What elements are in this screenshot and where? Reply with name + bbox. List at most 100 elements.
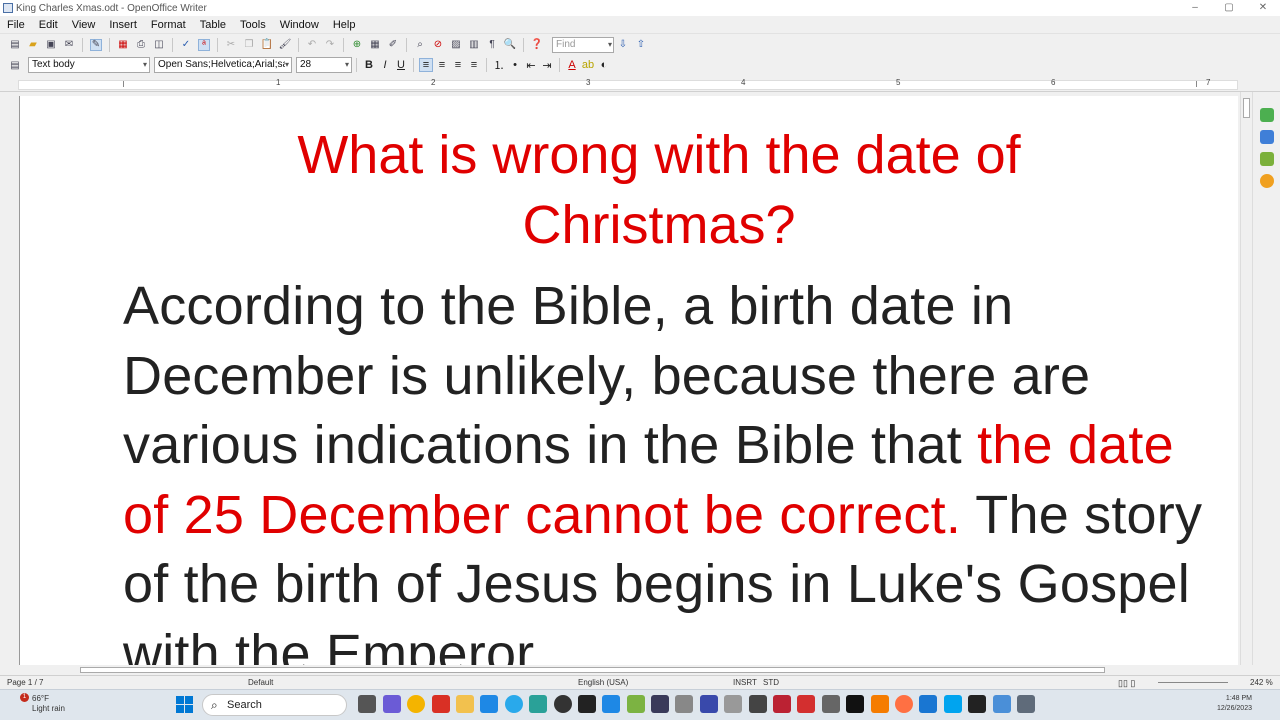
menu-tools[interactable]: Tools [233,19,273,31]
increase-indent-icon[interactable]: ⇥ [540,58,554,72]
styles-icon[interactable] [1259,130,1274,144]
find-input[interactable]: Find ▾ [552,36,614,53]
app-icon[interactable] [846,695,865,713]
app-icon[interactable] [773,695,792,713]
undo-icon[interactable]: ↶ [306,39,318,51]
app-icon[interactable] [821,695,840,713]
underline-button[interactable]: U [394,58,408,72]
print-preview-icon[interactable]: ◫ [153,39,165,51]
new-document-icon[interactable]: ▤ [9,39,21,51]
indent-marker[interactable] [123,81,124,87]
bold-button[interactable]: B [362,58,376,72]
redo-icon[interactable]: ↷ [324,39,336,51]
zoom-level[interactable]: 242 % [1250,678,1273,687]
font-size-select[interactable]: 28 ▾ [296,57,352,73]
draw-functions-icon[interactable]: ✐ [387,39,399,51]
find-next-icon[interactable]: ⇩ [617,39,629,51]
teams-icon[interactable] [382,695,401,713]
app-icon[interactable] [748,695,767,713]
weather-widget[interactable]: 1 66°F Light rain [12,693,65,714]
gallery-icon[interactable] [1259,152,1274,166]
edge-icon[interactable] [602,695,621,713]
network-icon[interactable] [724,695,743,713]
edit-mode-icon[interactable]: ✎ [90,38,102,51]
task-view-icon[interactable] [358,695,377,713]
save-icon[interactable]: ▣ [45,39,57,51]
chrome-icon[interactable] [407,695,426,713]
font-name-select[interactable]: Open Sans;Helvetica;Arial;sa ▾ [154,57,292,73]
scrollbar-thumb[interactable] [80,667,1105,673]
menu-edit[interactable]: Edit [32,19,65,31]
language-indicator[interactable]: English (USA) [578,678,628,687]
find-previous-icon[interactable]: ⇧ [635,39,647,51]
right-indent-marker[interactable] [1196,81,1197,87]
decrease-indent-icon[interactable]: ⇤ [524,58,538,72]
app-icon[interactable] [919,695,938,713]
align-right-icon[interactable]: ≡ [451,58,465,72]
export-pdf-icon[interactable]: ▦ [117,39,129,51]
app-icon[interactable] [943,695,962,713]
copy-icon[interactable]: ❐ [243,39,255,51]
chevron-down-icon[interactable]: ▾ [142,58,147,72]
navigator-icon[interactable] [1259,174,1274,188]
horizontal-ruler[interactable]: 1 2 3 4 5 6 7 [0,78,1280,92]
chevron-down-icon[interactable]: ▾ [284,58,289,72]
menu-format[interactable]: Format [144,19,193,31]
chevron-down-icon[interactable]: ▾ [344,58,349,72]
audition-icon[interactable] [651,695,670,713]
chevron-down-icon[interactable]: ▾ [608,38,612,52]
data-sources-icon[interactable]: ▥ [468,39,480,51]
autospellcheck-icon[interactable]: ᵃ [198,38,210,51]
audio-app-icon[interactable] [577,695,596,713]
app-icon[interactable] [992,695,1011,713]
document-area[interactable]: What is wrong with the date of Christmas… [0,92,1240,665]
taskbar-clock[interactable]: 1:48 PM 12/26/2023 [1196,694,1252,714]
menu-file[interactable]: File [0,19,32,31]
insert-mode[interactable]: INSRT [733,678,757,687]
app-icon[interactable] [675,695,694,713]
find-replace-icon[interactable]: ⌕ [414,39,426,51]
background-color-icon[interactable]: ◐ [597,58,611,72]
zoom-icon[interactable]: 🔍 [504,39,516,51]
app-icon[interactable] [699,695,718,713]
font-color-icon[interactable]: A [565,58,579,72]
clone-format-icon[interactable]: 🖌 [279,39,292,51]
align-left-icon[interactable]: ≡ [419,58,433,72]
navigator-icon[interactable]: ⊘ [432,39,444,51]
hyperlink-icon[interactable]: ⊕ [351,39,363,51]
firefox-icon[interactable] [894,695,913,713]
app-icon[interactable] [529,695,548,713]
zoom-slider[interactable] [1158,682,1228,683]
app-icon[interactable] [968,695,987,713]
menu-view[interactable]: View [65,19,103,31]
page-style[interactable]: Default [248,678,273,687]
gallery-icon[interactable]: ▨ [450,39,462,51]
italic-button[interactable]: I [378,58,392,72]
menu-insert[interactable]: Insert [102,19,144,31]
spellcheck-icon[interactable]: ✓ [180,39,192,51]
minimize-button[interactable]: – [1178,0,1212,16]
properties-icon[interactable] [1259,108,1274,122]
email-icon[interactable]: ✉ [63,39,75,51]
taskbar-search[interactable]: ⌕ Search [202,694,347,716]
android-icon[interactable] [626,695,645,713]
selection-mode[interactable]: STD [763,678,779,687]
justify-icon[interactable]: ≡ [467,58,481,72]
print-icon[interactable]: ⎙ [135,39,147,51]
styles-formatting-icon[interactable]: ▤ [9,59,21,71]
close-button[interactable]: ✕ [1246,0,1280,16]
table-icon[interactable]: ▦ [369,39,381,51]
menu-table[interactable]: Table [193,19,233,31]
paragraph-style-select[interactable]: Text body ▾ [28,57,150,73]
gmail-icon[interactable] [431,695,450,713]
horizontal-scrollbar[interactable] [0,665,1240,675]
view-layout-icon[interactable]: ▯▯ ▯ [1118,678,1135,689]
paste-icon[interactable]: 📋 [261,39,273,51]
bullets-icon[interactable]: • [508,58,522,72]
help-icon[interactable]: ❓ [531,39,543,51]
telegram-icon[interactable] [504,695,523,713]
open-folder-icon[interactable]: ▰ [27,39,39,51]
file-explorer-icon[interactable] [455,695,474,713]
vlc-icon[interactable] [870,695,889,713]
numbering-icon[interactable]: ⒈ [492,58,506,72]
